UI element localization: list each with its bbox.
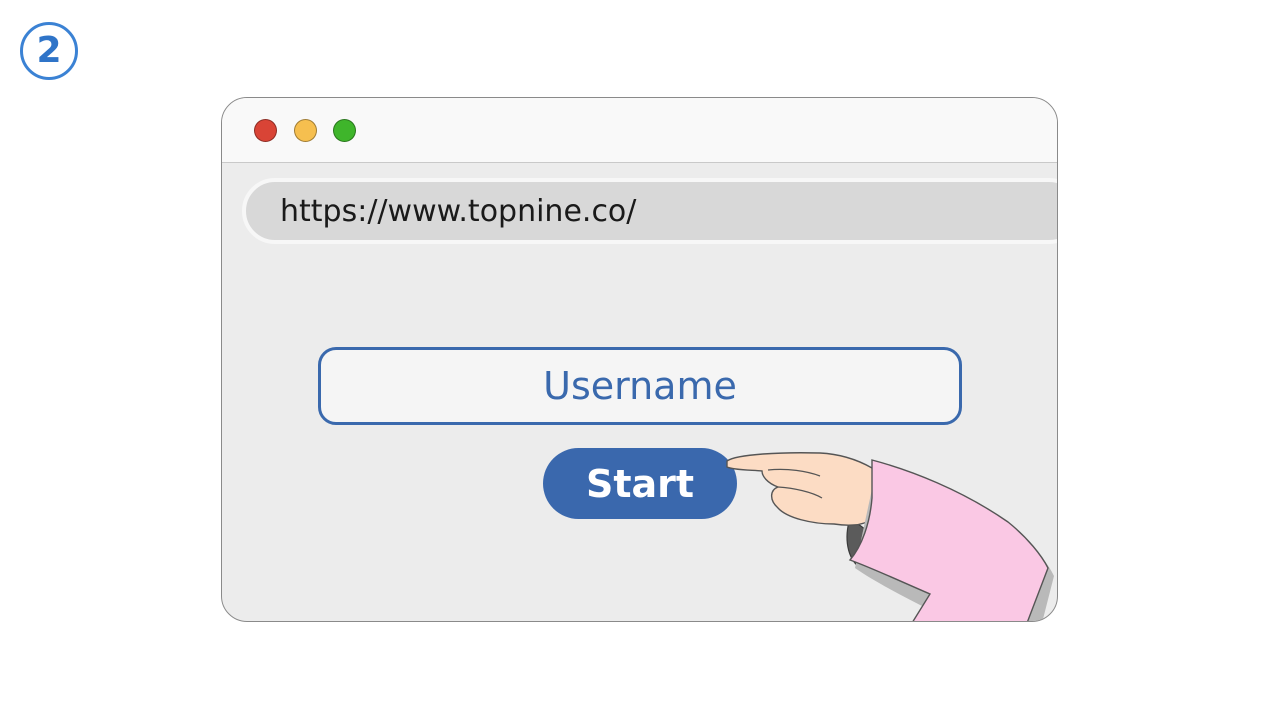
browser-titlebar <box>222 98 1057 163</box>
minimize-window-button[interactable] <box>294 119 317 142</box>
maximize-window-button[interactable] <box>333 119 356 142</box>
start-button[interactable]: Start <box>543 448 737 519</box>
step-number-badge: 2 <box>20 22 78 80</box>
browser-window: https://www.topnine.co/ Username Start <box>221 97 1058 622</box>
username-input[interactable]: Username <box>318 347 962 425</box>
address-bar[interactable]: https://www.topnine.co/ <box>242 178 1057 244</box>
sleeve-shape <box>848 459 1049 621</box>
close-window-button[interactable] <box>254 119 277 142</box>
sleeve-cuff-shadow <box>846 517 878 569</box>
hand-shape <box>726 452 877 526</box>
